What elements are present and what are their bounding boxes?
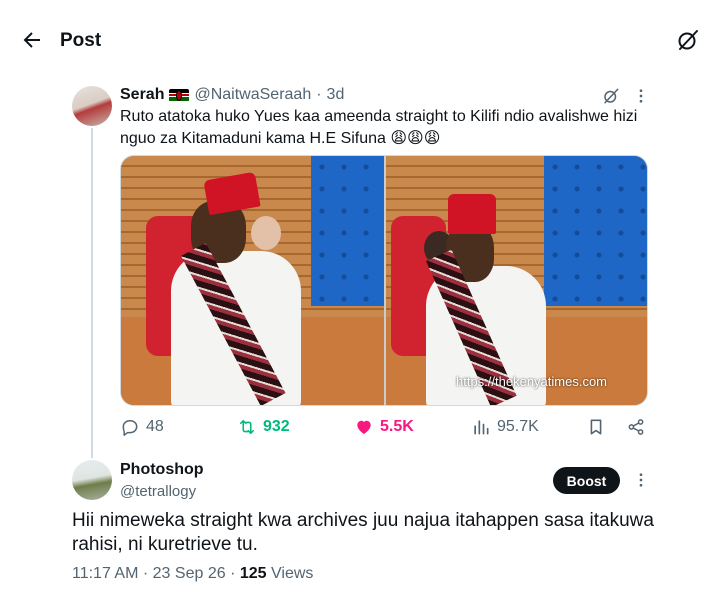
post-metadata: 11:17 AM · 23 Sep 26 · 125 Views (72, 565, 313, 583)
reply-button[interactable]: 48 (120, 416, 164, 438)
bookmark-button[interactable] (586, 416, 606, 438)
kenya-flag-icon (169, 88, 190, 102)
quoted-author-handle[interactable]: @NaitwaSeraah (194, 86, 311, 104)
analytics-icon (474, 420, 489, 435)
post-text: Hii nimeweka straight kwa archives juu n… (72, 510, 654, 555)
post-author-name[interactable]: Photoshop (120, 461, 204, 479)
more-options-icon[interactable] (632, 471, 650, 489)
avatar[interactable] (72, 460, 112, 500)
quoted-author-name[interactable]: Serah (120, 86, 164, 104)
heart-icon (357, 420, 371, 435)
reply-icon (122, 420, 138, 436)
views-button[interactable]: 95.7K (471, 416, 539, 438)
quoted-author-line: Serah @NaitwaSeraah · 3d (120, 86, 344, 104)
reply-count: 48 (146, 418, 164, 435)
thread-line (91, 128, 93, 458)
quoted-post-text: Ruto atatoka huko Yues kaa ameenda strai… (120, 108, 638, 147)
grok-icon[interactable] (602, 87, 620, 105)
bookmark-icon (590, 419, 602, 435)
share-button[interactable] (626, 416, 646, 438)
post-views-label: Views (271, 565, 314, 582)
views-count: 95.7K (497, 418, 539, 435)
avatar[interactable] (72, 86, 112, 126)
more-options-icon[interactable] (632, 87, 650, 105)
separator-dot: · (316, 86, 322, 103)
page-title: Post (60, 30, 102, 51)
repost-icon (239, 419, 255, 435)
like-count: 5.5K (380, 418, 414, 435)
boost-button[interactable]: Boost (553, 467, 620, 494)
quoted-timestamp[interactable]: 3d (327, 86, 345, 104)
separator-dot: · (230, 565, 236, 582)
separator-dot: · (142, 565, 149, 582)
post-date[interactable]: 23 Sep 26 (153, 565, 226, 582)
share-icon (628, 419, 644, 435)
post-author-handle[interactable]: @tetrallogy (120, 483, 196, 500)
image-panel-right (386, 156, 647, 405)
post-views-count: 125 (239, 565, 267, 582)
image-panel-left (121, 156, 384, 405)
arrow-left-icon[interactable] (20, 28, 44, 52)
quoted-action-bar: 48 932 5.5K 95.7K (120, 416, 650, 438)
post-time[interactable]: 11:17 AM (72, 565, 138, 582)
repost-count: 932 (263, 418, 290, 435)
repost-button[interactable]: 932 (237, 416, 290, 438)
post-header: Post (0, 0, 720, 82)
image-watermark: https://thekenyatimes.com (456, 374, 608, 389)
post-image[interactable]: https://thekenyatimes.com (120, 155, 648, 406)
like-button[interactable]: 5.5K (354, 416, 414, 438)
grok-icon[interactable] (676, 28, 700, 52)
